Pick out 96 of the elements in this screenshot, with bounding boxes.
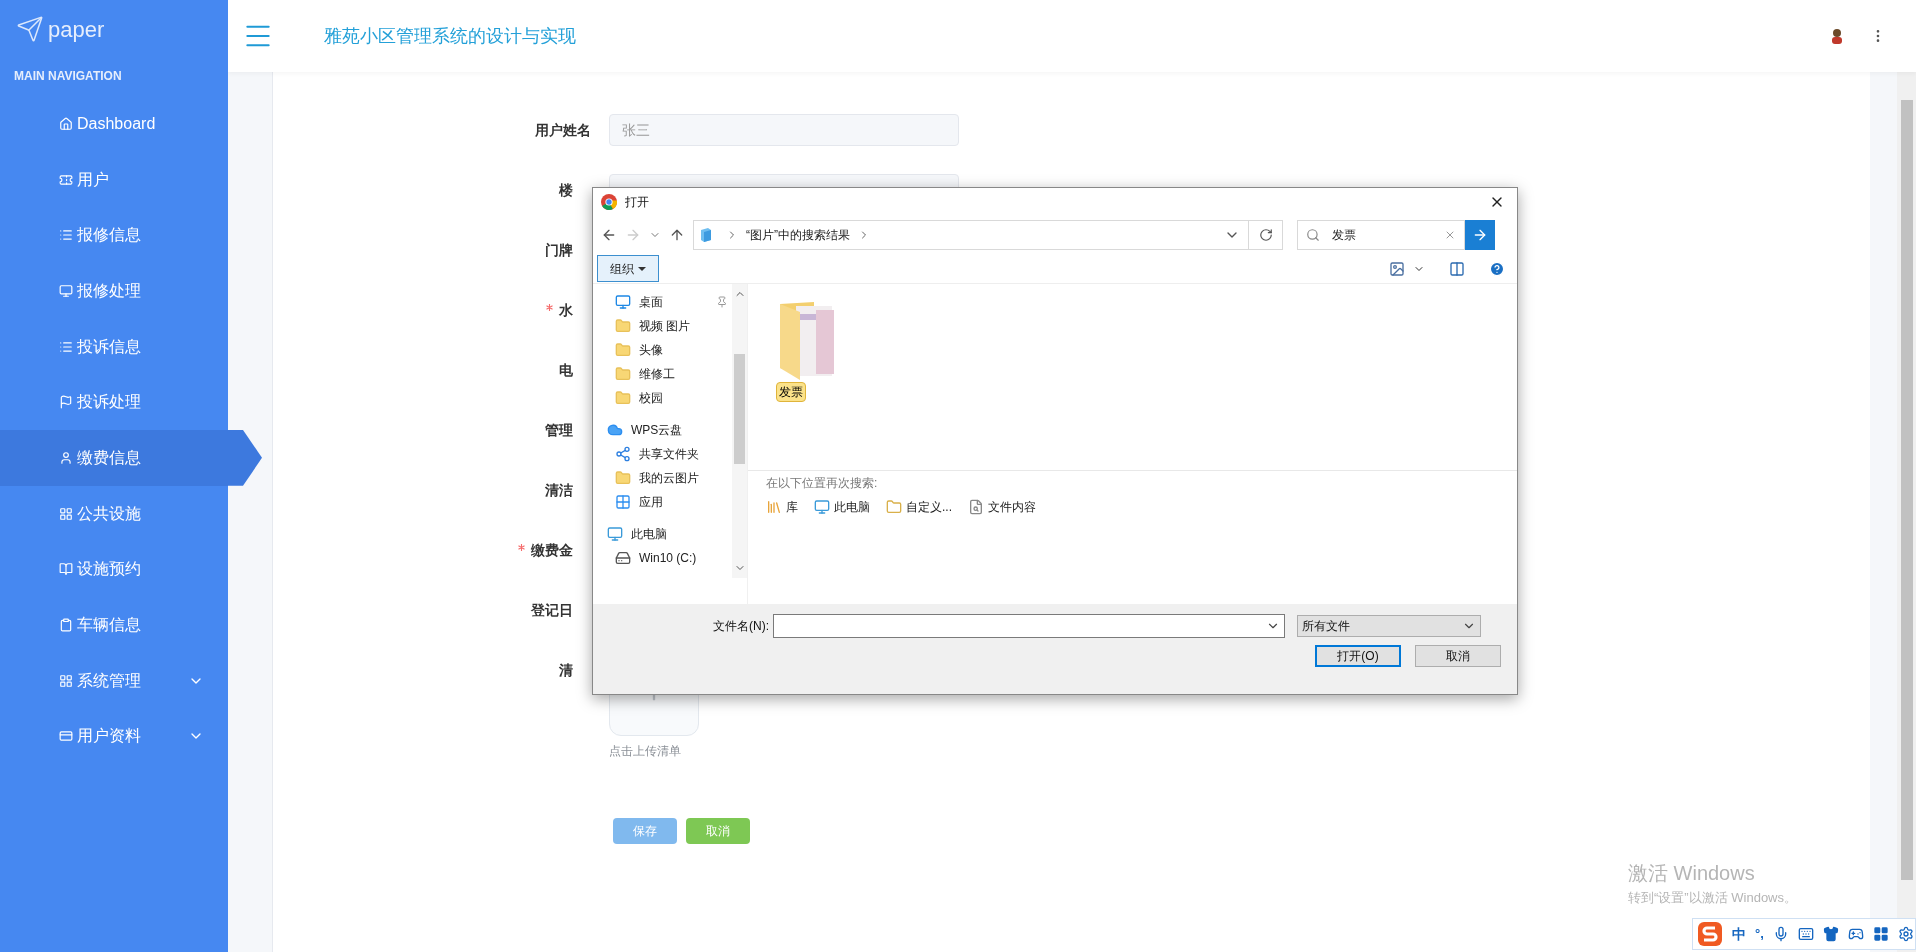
pin-icon[interactable]	[716, 296, 728, 308]
folder-icon	[615, 342, 631, 358]
nav-heading: MAIN NAVIGATION	[13, 68, 123, 85]
folder-icon	[615, 318, 631, 334]
nav-pane-item[interactable]: Win10 (C:)	[593, 546, 732, 570]
refresh-icon	[1258, 228, 1273, 242]
nav-pane-item[interactable]: 桌面	[593, 290, 732, 314]
field-label: 门牌	[545, 240, 573, 260]
ime-punctuation[interactable]: °,	[1755, 924, 1764, 944]
preview-pane-icon[interactable]	[1449, 260, 1465, 277]
field-label: 清洁	[545, 480, 573, 500]
search-location-link[interactable]: 此电脑	[814, 498, 870, 516]
grid-icon	[59, 673, 73, 688]
active-pointer	[228, 430, 262, 486]
field-label: 电	[559, 360, 573, 380]
file-item[interactable]: 发票	[776, 298, 846, 470]
field-label: 水	[559, 300, 573, 320]
book-icon	[59, 562, 73, 577]
search-again-label: 在以下位置再次搜索:	[766, 475, 879, 492]
clear-icon[interactable]	[1444, 229, 1456, 241]
gamepad-icon[interactable]	[1847, 926, 1864, 942]
organize-button[interactable]: 组织	[597, 255, 659, 282]
nav-pane-item[interactable]: 头像	[593, 338, 732, 362]
ime-logo-icon[interactable]	[1697, 921, 1723, 947]
nav-pane-item[interactable]: 视频 图片	[593, 314, 732, 338]
library-icon	[766, 499, 782, 515]
folder-icon	[615, 470, 631, 486]
library-cube-icon	[698, 227, 714, 243]
nav-pane-item[interactable]: 维修工	[593, 362, 732, 386]
scrollbar[interactable]	[1897, 72, 1916, 952]
field-label: 楼	[559, 180, 573, 200]
drive-icon	[615, 550, 631, 566]
list-icon	[59, 339, 73, 354]
apps-icon	[615, 494, 631, 510]
arrow-right-icon	[1472, 227, 1488, 243]
address-bar[interactable]: “图片”中的搜索结果	[693, 220, 1283, 250]
filename-field[interactable]	[773, 614, 1285, 638]
list-icon	[59, 228, 73, 243]
file-name: 发票	[776, 382, 806, 402]
grid-icon	[59, 506, 73, 521]
computer-icon	[607, 526, 623, 542]
paper-plane-icon	[16, 15, 44, 43]
ticket-icon	[59, 172, 73, 187]
field-label: 管理	[545, 420, 573, 440]
cloud-icon	[607, 422, 623, 438]
clipboard-icon	[59, 618, 73, 633]
folder-icon	[615, 390, 631, 406]
up-icon[interactable]	[669, 227, 685, 243]
search-icon	[1306, 228, 1320, 242]
field-label: 缴费金	[531, 540, 573, 560]
file-type-select[interactable]: 所有文件	[1297, 615, 1481, 637]
view-icon[interactable]	[1389, 260, 1405, 277]
activation-title: 激活 Windows	[1628, 861, 1756, 886]
search-location-link[interactable]: 自定义...	[886, 498, 952, 516]
computer-icon	[814, 499, 830, 515]
filename-label: 文件名(N):	[713, 618, 769, 635]
search-field[interactable]: 发票	[1297, 220, 1465, 250]
ime-mode[interactable]: 中	[1732, 923, 1746, 945]
nav-pane-item[interactable]: 共享文件夹	[593, 442, 732, 466]
field-label: 用户姓名	[535, 120, 591, 140]
home-icon	[59, 116, 73, 131]
field-label: 登记日	[531, 600, 573, 620]
field-label: 清	[559, 660, 573, 680]
help-icon[interactable]	[1489, 260, 1505, 277]
activation-subtitle: 转到“设置”以激活 Windows。	[1628, 889, 1797, 907]
user-icon	[59, 450, 73, 465]
folder-icon	[615, 366, 631, 382]
nav-pane-item[interactable]: WPS云盘	[593, 418, 732, 442]
browser-logo-icon	[601, 194, 617, 210]
nav-pane-item[interactable]: 此电脑	[593, 522, 732, 546]
dialog-button[interactable]: 打开(O)	[1315, 645, 1401, 667]
settings-icon[interactable]	[1897, 926, 1914, 942]
file-search-icon	[968, 499, 984, 515]
dialog-button[interactable]: 取消	[1415, 645, 1501, 667]
search-location-link[interactable]: 库	[766, 498, 798, 516]
search-go-button[interactable]	[1465, 220, 1495, 250]
required-asterisk-icon	[546, 303, 553, 311]
address-path: “图片”中的搜索结果	[746, 227, 850, 244]
keyboard-icon[interactable]	[1797, 926, 1814, 942]
grid-icon[interactable]	[1872, 926, 1889, 942]
nav-pane-item[interactable]: 校园	[593, 386, 732, 410]
monitor-icon	[59, 283, 73, 298]
required-asterisk-icon	[518, 543, 525, 551]
flag-icon	[59, 395, 73, 410]
folder-icon	[886, 499, 902, 515]
desktop-icon	[615, 294, 631, 310]
card-icon	[59, 729, 73, 744]
share-icon	[615, 446, 631, 462]
search-location-link[interactable]: 文件内容	[968, 498, 1036, 516]
back-icon[interactable]	[601, 227, 617, 243]
shirt-icon[interactable]	[1822, 926, 1839, 942]
upload-hint: 点击上传清单	[609, 743, 682, 760]
dialog-title: 打开	[625, 194, 650, 211]
nav-pane-item[interactable]: 应用	[593, 490, 732, 514]
nav-pane-item[interactable]: 我的云图片	[593, 466, 732, 490]
page-title: 雅苑小区管理系统的设计与实现	[324, 24, 576, 48]
